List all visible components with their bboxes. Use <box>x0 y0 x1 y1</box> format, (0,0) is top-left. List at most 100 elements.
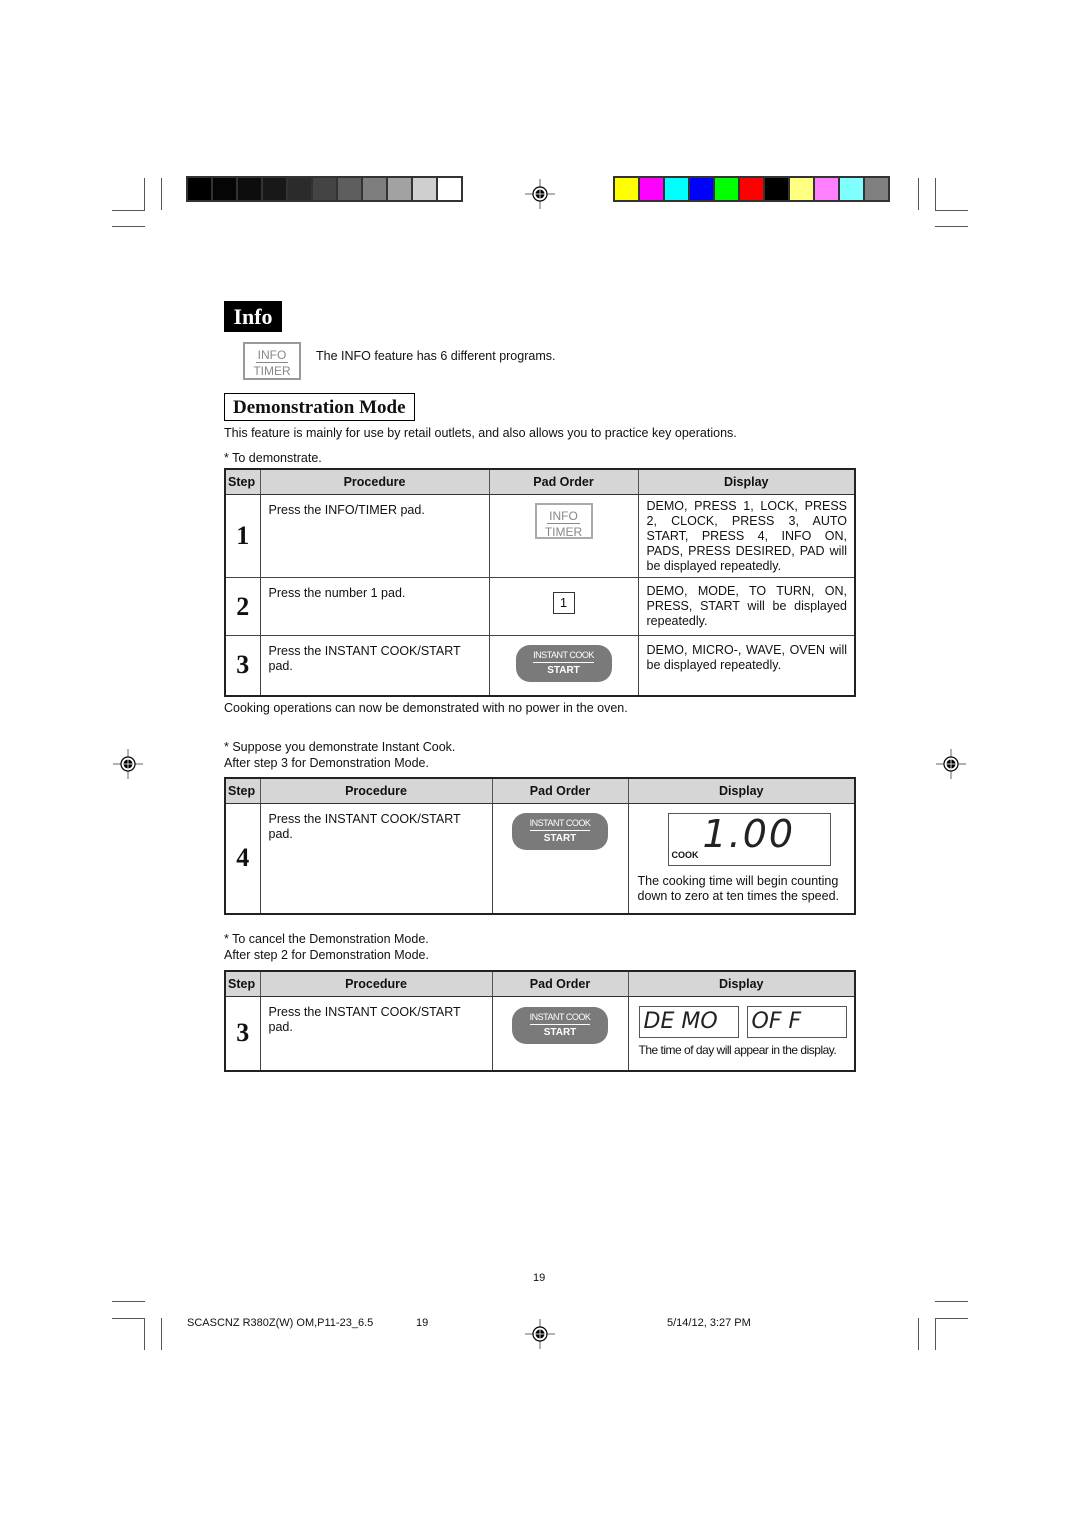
color-swatch <box>388 178 411 200</box>
header-step: Step <box>224 468 261 495</box>
display-text: The time of day will appear in the displ… <box>638 1043 837 1057</box>
crop-mark <box>144 178 145 210</box>
step-number: 1 <box>224 494 261 578</box>
grayscale-color-bar <box>186 176 463 202</box>
instant-cook-start-pad-icon: INSTANT COOK START <box>515 645 612 682</box>
header-pad-order: Pad Order <box>488 468 639 495</box>
to-demonstrate-note: * To demonstrate. <box>224 451 322 465</box>
table-row: 4 Press the INSTANT COOK/START pad. INST… <box>224 803 856 914</box>
color-swatch <box>740 178 763 200</box>
table-header-row: Step Procedure Pad Order Display <box>224 970 856 997</box>
number-1-pad-icon: 1 <box>552 592 575 614</box>
registration-mark-icon <box>525 1319 555 1349</box>
header-pad-order: Pad Order <box>491 777 629 804</box>
crop-mark <box>935 178 936 210</box>
procedure-text: Press the number 1 pad. <box>259 577 490 636</box>
table-row: 3 Press the INSTANT COOK/START pad. INST… <box>224 635 856 696</box>
registration-mark-icon <box>936 749 966 779</box>
instant-cook-start-pad-icon: INSTANT COOK START <box>512 1007 608 1044</box>
intro-text: This feature is mainly for use by retail… <box>224 426 737 440</box>
instant-cook-label: INSTANT COOK <box>529 819 591 831</box>
procedure-text: Press the INSTANT COOK/START pad. <box>259 635 490 696</box>
display-text: DEMO, MICRO-, WAVE, OVEN will be display… <box>637 635 856 696</box>
header-pad-order: Pad Order <box>491 970 629 997</box>
info-timer-pad-icon: INFO TIMER <box>243 342 301 380</box>
color-calibration-bar <box>613 176 890 202</box>
procedure-text: Press the INSTANT COOK/START pad. <box>259 803 493 914</box>
crop-mark <box>144 1318 145 1350</box>
crop-mark <box>112 226 145 227</box>
crop-mark <box>918 1318 919 1350</box>
step-number: 2 <box>224 577 261 636</box>
color-swatch <box>213 178 236 200</box>
registration-mark-icon <box>525 179 555 209</box>
footer-file-page: 19 <box>416 1317 429 1329</box>
header-display: Display <box>637 468 856 495</box>
lcd-time-value: 1.00 <box>702 812 796 856</box>
color-swatch <box>715 178 738 200</box>
header-step: Step <box>224 970 261 997</box>
display-text: DEMO, PRESS 1, LOCK, PRESS 2, CLOCK, PRE… <box>637 494 856 578</box>
color-swatch <box>665 178 688 200</box>
color-swatch <box>765 178 788 200</box>
header-display: Display <box>627 777 856 804</box>
table-row: 3 Press the INSTANT COOK/START pad. INST… <box>224 996 856 1071</box>
crop-mark <box>112 210 145 211</box>
color-swatch <box>438 178 461 200</box>
lcd-cook-label: COOK <box>671 850 699 860</box>
lcd-display-off: OF F <box>746 1006 847 1038</box>
procedure-text: Press the INFO/TIMER pad. <box>259 494 490 578</box>
color-swatch <box>815 178 838 200</box>
section-title: Demonstration Mode <box>224 393 415 421</box>
info-description: The INFO feature has 6 different program… <box>316 349 556 363</box>
cancel-note-2: After step 2 for Demonstration Mode. <box>224 948 429 962</box>
info-pad-label: INFO <box>547 509 580 524</box>
color-swatch <box>263 178 286 200</box>
timer-pad-label: TIMER <box>544 525 583 539</box>
lcd-display-demo: DE MO <box>638 1006 739 1038</box>
header-procedure: Procedure <box>259 468 490 495</box>
lcd-off-text: OF F <box>751 1009 802 1034</box>
crop-mark <box>935 1318 936 1350</box>
color-swatch <box>363 178 386 200</box>
header-procedure: Procedure <box>259 970 493 997</box>
color-swatch <box>413 178 436 200</box>
step-number: 4 <box>224 803 261 914</box>
header-display: Display <box>627 970 856 997</box>
crop-mark <box>935 210 968 211</box>
display-text: DEMO, MODE, TO TURN, ON, PRESS, START wi… <box>637 577 856 636</box>
page-number: 19 <box>533 1272 546 1284</box>
color-swatch <box>865 178 888 200</box>
registration-mark-icon <box>113 749 143 779</box>
crop-mark <box>935 226 968 227</box>
table-header-row: Step Procedure Pad Order Display <box>224 468 856 495</box>
instant-cook-demo-table: Step Procedure Pad Order Display 4 Press… <box>224 777 856 915</box>
step-number: 3 <box>224 635 261 696</box>
crop-mark <box>112 1301 145 1302</box>
footer-timestamp: 5/14/12, 3:27 PM <box>667 1317 751 1329</box>
timer-pad-label: TIMER <box>253 364 291 378</box>
cancel-demo-table: Step Procedure Pad Order Display 3 Press… <box>224 970 856 1072</box>
color-swatch <box>313 178 336 200</box>
color-swatch <box>690 178 713 200</box>
suppose-note: * Suppose you demonstrate Instant Cook. <box>224 740 456 754</box>
footer-file-name: SCASCNZ R380Z(W) OM,P11-23_6.5 <box>187 1317 374 1329</box>
crop-mark <box>161 178 162 210</box>
color-swatch <box>338 178 361 200</box>
instant-cook-label: INSTANT COOK <box>533 651 594 663</box>
header-step: Step <box>224 777 261 804</box>
crop-mark <box>161 1318 162 1350</box>
table-row: 1 Press the INFO/TIMER pad. INFO TIMER D… <box>224 494 856 578</box>
procedure-text: Press the INSTANT COOK/START pad. <box>259 996 493 1071</box>
after-table-note: Cooking operations can now be demonstrat… <box>224 701 628 715</box>
color-swatch <box>840 178 863 200</box>
instant-cook-start-pad-icon: INSTANT COOK START <box>512 813 608 850</box>
suppose-note-2: After step 3 for Demonstration Mode. <box>224 756 429 770</box>
color-swatch <box>238 178 261 200</box>
info-timer-pad-icon: INFO TIMER <box>534 503 593 539</box>
table-row: 2 Press the number 1 pad. 1 DEMO, MODE, … <box>224 577 856 636</box>
crop-mark <box>918 178 919 210</box>
demo-steps-table: Step Procedure Pad Order Display 1 Press… <box>224 468 856 697</box>
step-number: 3 <box>224 996 261 1071</box>
crop-mark <box>112 1318 145 1319</box>
